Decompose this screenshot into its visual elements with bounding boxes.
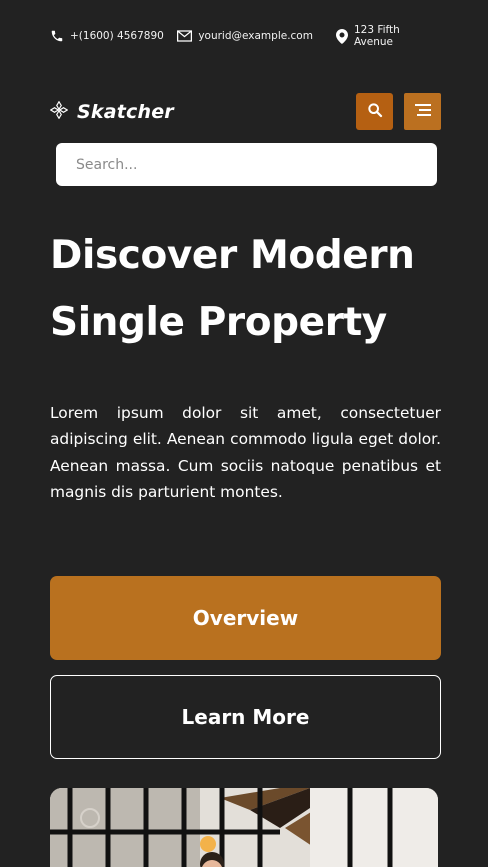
phone-number: +(1600) 4567890 (70, 30, 164, 42)
email-address: yourid@example.com (198, 30, 313, 42)
contact-phone[interactable]: +(1600) 4567890 (50, 29, 177, 43)
hero-title: Discover Modern Single Property (50, 222, 450, 356)
hero-title-line-1: Discover Modern (50, 233, 415, 278)
brand-name: Skatcher (77, 101, 174, 123)
property-image (50, 788, 438, 867)
overview-button[interactable]: Overview (50, 576, 441, 660)
search-box (56, 143, 437, 186)
contact-bar: +(1600) 4567890 yourid@example.com 123 F… (50, 24, 440, 48)
contact-address[interactable]: 123 Fifth Avenue (335, 24, 440, 48)
brand-logo[interactable]: Skatcher (49, 100, 174, 124)
map-pin-icon (335, 28, 354, 44)
phone-icon (50, 29, 70, 43)
page: +(1600) 4567890 yourid@example.com 123 F… (0, 0, 488, 867)
envelope-icon (177, 30, 198, 42)
address-text: 123 Fifth Avenue (353, 24, 400, 48)
hero-title-line-2: Single Property (50, 300, 387, 345)
search-icon (367, 102, 383, 122)
menu-icon (414, 102, 431, 121)
search-button[interactable] (356, 93, 393, 130)
contact-email[interactable]: yourid@example.com (177, 30, 336, 42)
learn-more-button[interactable]: Learn More (50, 675, 441, 759)
search-input[interactable] (76, 156, 437, 173)
hero-description: Lorem ipsum dolor sit amet, consectetuer… (50, 404, 441, 501)
logo-icon (49, 100, 77, 123)
menu-button[interactable] (404, 93, 441, 130)
